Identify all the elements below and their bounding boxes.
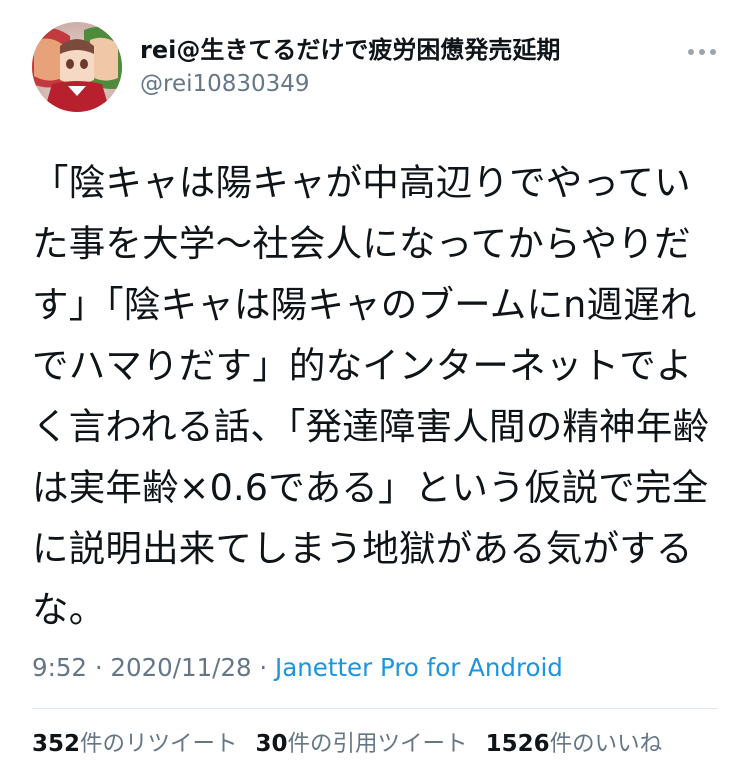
quotes-label: 件の引用ツイート [287, 731, 468, 757]
more-horizontal-icon-dot [710, 49, 716, 55]
tweet-meta: 9:52 · 2020/11/28 · Janetter Pro for And… [32, 651, 722, 685]
more-horizontal-icon-dot [699, 49, 705, 55]
meta-separator: · [87, 653, 111, 682]
user-handle[interactable]: @rei10830349 [140, 68, 660, 100]
retweets-count: 352 [32, 731, 81, 757]
more-horizontal-icon [688, 49, 694, 55]
tweet-stats: 352件のリツイート 30件の引用ツイート 1526件のいいね [32, 727, 732, 761]
quotes-count: 30 [255, 731, 288, 757]
likes-stat[interactable]: 1526件のいいね [486, 727, 663, 761]
more-options-button[interactable] [682, 40, 722, 64]
tweet-time[interactable]: 9:52 [32, 653, 87, 682]
user-info: rei@生きてるだけで疲労困憊発売延期 @rei10830349 [140, 34, 660, 100]
avatar[interactable] [32, 22, 122, 112]
tweet-source-link[interactable]: Janetter Pro for Android [275, 653, 563, 682]
tweet-text: 「陰キャは陽キャが中高辺りでやっていた事を大学〜社会人になってからやりだす」「陰… [32, 161, 710, 631]
retweets-label: 件のリツイート [80, 731, 238, 757]
tweet-date[interactable]: 2020/11/28 [110, 653, 251, 682]
avatar-image [32, 22, 122, 112]
likes-count: 1526 [485, 731, 550, 757]
meta-separator: · [251, 653, 275, 682]
tweet-card: rei@生きてるだけで疲労困憊発売延期 @rei10830349 「陰キャは陽キ… [0, 0, 750, 768]
retweets-stat[interactable]: 352件のリツイート [32, 727, 238, 761]
divider [32, 708, 718, 709]
tweet-header: rei@生きてるだけで疲労困憊発売延期 @rei10830349 [32, 22, 722, 114]
quotes-stat[interactable]: 30件の引用ツイート [256, 727, 468, 761]
likes-label: 件のいいね [549, 731, 663, 757]
display-name[interactable]: rei@生きてるだけで疲労困憊発売延期 [140, 34, 660, 66]
